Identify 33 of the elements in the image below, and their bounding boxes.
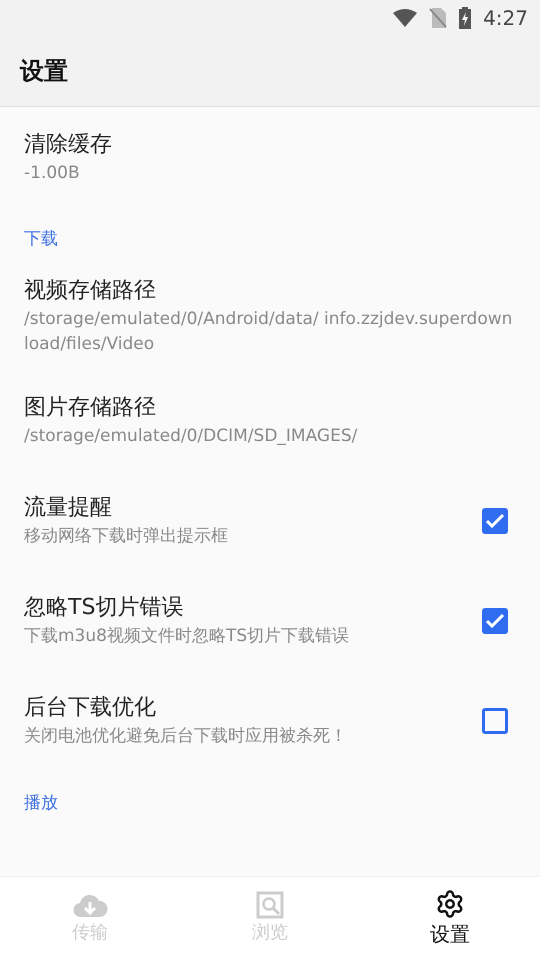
item-title: 流量提醒	[24, 494, 113, 522]
item-summary: /storage/emulated/0/Android/data/ info.zzjdev.superdownload/files/Video	[24, 308, 514, 356]
checkbox[interactable]	[482, 508, 508, 534]
item-title: 视频存储路径	[24, 276, 157, 304]
page-title: 设置	[20, 56, 68, 87]
check-icon	[486, 614, 504, 628]
item-summary: -1.00B	[24, 162, 81, 184]
item-title: 清除缓存	[24, 130, 113, 158]
wifi-icon	[393, 9, 418, 27]
section-header: 播放	[24, 792, 58, 812]
item-title: 图片存储路径	[24, 394, 157, 422]
item-summary: /storage/emulated/0/DCIM/SD_IMAGES/	[24, 425, 358, 448]
search-icon	[256, 891, 284, 919]
item-title: 忽略TS切片错误	[24, 594, 184, 622]
settings-item[interactable]: 图片存储路径 /storage/emulated/0/DCIM/SD_IMAGES/	[0, 370, 540, 470]
settings-item[interactable]: 忽略TS切片错误 下载m3u8视频文件时忽略TS切片下载错误	[0, 570, 540, 670]
no-sim-icon	[429, 8, 448, 28]
settings-item[interactable]: 视频存储路径 /storage/emulated/0/Android/data/ info.zzjdev.superdownload/files/Video	[0, 260, 540, 370]
section-header: 下载	[24, 229, 58, 249]
settings-item[interactable]: 清除缓存 -1.00B	[0, 107, 540, 207]
settings-icon	[435, 888, 465, 918]
item-summary: 移动网络下载时弹出提示框	[24, 525, 229, 548]
item-title: 后台下载优化	[24, 694, 157, 722]
item-summary: 下载m3u8视频文件时忽略TS切片下载错误	[24, 625, 350, 648]
check-icon	[486, 514, 504, 528]
checkbox[interactable]	[482, 708, 508, 734]
nav-tab[interactable]: 设置	[360, 877, 540, 960]
battery-charging-icon	[459, 7, 472, 29]
status-time: 4:27	[483, 5, 528, 32]
checkbox[interactable]	[482, 608, 508, 634]
item-summary: 关闭电池优化避免后台下载时应用被杀死！	[24, 725, 348, 748]
settings-item[interactable]: 后台下载优化 关闭电池优化避免后台下载时应用被杀死！	[0, 670, 540, 770]
settings-item[interactable]: 流量提醒 移动网络下载时弹出提示框	[0, 470, 540, 570]
